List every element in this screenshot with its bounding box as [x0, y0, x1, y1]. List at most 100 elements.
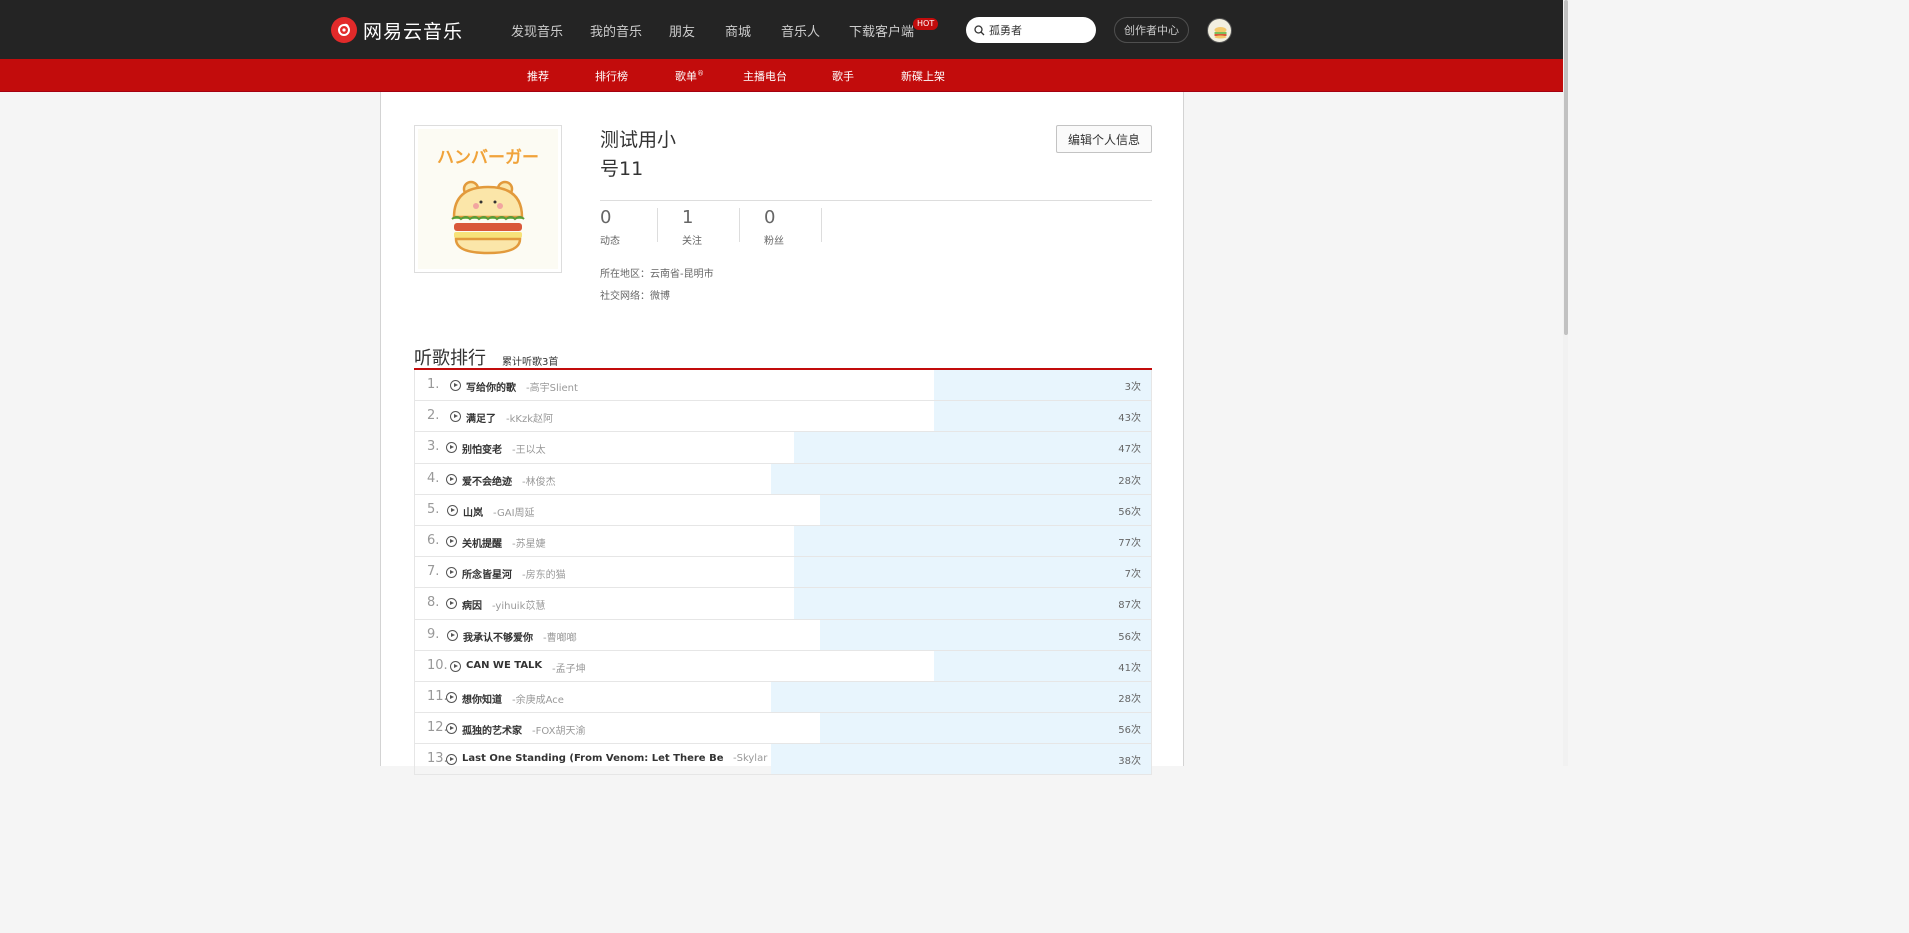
user-avatar[interactable]	[1207, 18, 1232, 43]
play-icon[interactable]	[446, 473, 457, 485]
play-count: 56次	[1118, 631, 1141, 643]
song-title[interactable]: 满足了	[466, 410, 496, 425]
ranking-row[interactable]: 5. 山岚 -GAI周延 56次	[414, 494, 1152, 526]
play-icon[interactable]	[446, 754, 457, 766]
play-icon[interactable]	[446, 567, 457, 579]
stat-fans[interactable]: 0 粉丝	[764, 207, 784, 247]
play-count-bar	[771, 681, 1151, 713]
rank-number: 8.	[427, 595, 440, 611]
play-icon[interactable]	[450, 660, 461, 672]
ranking-row[interactable]: 3. 别怕变老 -王以太 47次	[414, 432, 1152, 464]
subnav-new-albums[interactable]: 新碟上架	[901, 68, 945, 84]
subnav-playlists-mark: ®	[697, 69, 704, 78]
play-count-bar	[819, 619, 1151, 650]
play-count-bar	[819, 494, 1151, 525]
ranking-row[interactable]: 8. 病因 -yihuik苡慧 87次	[414, 588, 1152, 620]
stat-follows[interactable]: 1 关注	[682, 207, 702, 247]
rank-number: 6.	[427, 532, 440, 548]
song-title[interactable]: CAN WE TALK	[466, 660, 542, 671]
search-box[interactable]	[966, 17, 1096, 43]
ranking-row[interactable]: 7. 所念皆星河 -房东的猫 7次	[414, 557, 1152, 589]
song-title[interactable]: 别怕变老	[462, 441, 502, 456]
song-artist[interactable]: -FOX胡天渝	[532, 722, 585, 737]
nav-store[interactable]: 商城	[725, 21, 751, 40]
ranking-row[interactable]: 4. 爱不会绝迹 -林俊杰 28次	[414, 463, 1152, 495]
subnav-radio[interactable]: 主播电台	[743, 68, 787, 84]
subnav-playlists[interactable]: 歌单®	[675, 68, 704, 84]
song-artist[interactable]: -高宇Slient	[526, 379, 578, 394]
play-icon[interactable]	[446, 598, 457, 610]
song-artist[interactable]: -kKzk赵阿	[506, 410, 553, 425]
ranking-row[interactable]: 6. 关机提醒 -苏星婕 77次	[414, 525, 1152, 558]
subnav-charts[interactable]: 排行榜	[595, 68, 628, 84]
song-artist[interactable]: -房东的猫	[522, 566, 566, 581]
top-navbar: 网易云音乐 发现音乐 我的音乐 朋友 商城 音乐人 下载客户端 HOT 创作者中…	[0, 0, 1563, 59]
profile-social: 社交网络：微博	[600, 291, 670, 302]
subnav-recommend[interactable]: 推荐	[527, 68, 549, 84]
profile-divider	[600, 200, 1152, 201]
profile-main: ハンバーガー 测试用小 号11 编辑个人信息 0 动态 1 关注 0 粉丝 所在…	[380, 92, 1184, 776]
ranking-row[interactable]: 9. 我承认不够爱你 -曹啷啷 56次	[414, 619, 1152, 651]
song-artist[interactable]: -林俊杰	[522, 473, 556, 488]
play-icon[interactable]	[446, 442, 457, 454]
song-artist[interactable]: -曹啷啷	[543, 629, 577, 644]
rank-number: 2.	[427, 408, 440, 424]
ranking-row[interactable]: 2. 满足了 -kKzk赵阿 43次	[414, 401, 1152, 433]
play-icon[interactable]	[446, 535, 457, 547]
nav-musician[interactable]: 音乐人	[781, 21, 820, 40]
ranking-row[interactable]: 13. Last One Standing (From Venom: Let Th…	[414, 744, 1152, 776]
ranking-row[interactable]: 1. 写给你的歌 -高宇Slient 3次	[414, 370, 1152, 402]
song-artist[interactable]: -GAI周延	[493, 504, 535, 519]
edit-profile-button[interactable]: 编辑个人信息	[1056, 125, 1152, 153]
song-artist[interactable]: -yihuik苡慧	[492, 597, 545, 612]
play-count: 28次	[1118, 693, 1141, 705]
song-title[interactable]: 山岚	[463, 504, 483, 519]
rank-number: 12.	[427, 720, 448, 736]
play-icon[interactable]	[446, 723, 457, 735]
song-title[interactable]: 我承认不够爱你	[463, 629, 533, 644]
stat-events[interactable]: 0 动态	[600, 207, 620, 247]
song-title[interactable]: 所念皆星河	[462, 566, 512, 581]
song-title[interactable]: 想你知道	[462, 691, 502, 706]
song-artist[interactable]: -孟子坤	[552, 660, 586, 675]
song-title[interactable]: 写给你的歌	[466, 379, 516, 394]
play-icon[interactable]	[450, 411, 461, 423]
song-artist[interactable]: -苏星婕	[512, 535, 546, 550]
nav-download-client[interactable]: 下载客户端	[849, 21, 914, 40]
rank-number: 4.	[427, 470, 440, 486]
nav-my-music[interactable]: 我的音乐	[590, 21, 642, 40]
stat-events-label: 动态	[600, 236, 620, 247]
brand-logo[interactable]: 网易云音乐	[331, 16, 463, 44]
ranking-row[interactable]: 10. CAN WE TALK -孟子坤 41次	[414, 650, 1152, 682]
play-icon[interactable]	[446, 691, 457, 703]
play-count: 47次	[1118, 444, 1141, 456]
song-artist[interactable]: -余庚成Ace	[512, 691, 564, 706]
play-count: 87次	[1118, 600, 1141, 612]
play-icon[interactable]	[450, 380, 461, 391]
stat-follows-count: 1	[682, 207, 694, 228]
song-title[interactable]: 关机提醒	[462, 535, 502, 550]
listening-ranking-subtitle: 累计听歌3首	[502, 357, 559, 368]
song-title[interactable]: 孤独的艺术家	[462, 722, 522, 737]
rank-number: 13.	[427, 751, 448, 767]
play-count-bar	[933, 370, 1151, 401]
song-title[interactable]: Last One Standing (From Venom: Let There…	[462, 753, 723, 764]
play-count-bar	[794, 588, 1151, 619]
subnav-artists[interactable]: 歌手	[832, 68, 854, 84]
play-count-bar	[819, 713, 1151, 744]
play-icon[interactable]	[447, 504, 458, 516]
play-icon[interactable]	[447, 629, 458, 641]
song-artist[interactable]: -王以太	[512, 441, 546, 456]
song-title[interactable]: 爱不会绝迹	[462, 473, 512, 488]
stat-fans-label: 粉丝	[764, 236, 784, 247]
ranking-list: 1. 写给你的歌 -高宇Slient 3次 2. 满足了 -kKzk赵阿 43次 3. 别怕变老 -…	[414, 370, 1152, 776]
song-title[interactable]: 病因	[462, 597, 482, 612]
search-input[interactable]	[989, 23, 1089, 37]
nav-discover[interactable]: 发现音乐	[511, 21, 563, 40]
ranking-row[interactable]: 12. 孤独的艺术家 -FOX胡天渝 56次	[414, 713, 1152, 745]
creator-center-button[interactable]: 创作者中心	[1114, 17, 1189, 43]
nav-friends[interactable]: 朋友	[669, 21, 695, 40]
scrollbar-thumb[interactable]	[1564, 0, 1568, 335]
ranking-row[interactable]: 11. 想你知道 -余庚成Ace 28次	[414, 681, 1152, 714]
song-artist[interactable]: -Skylar	[733, 753, 767, 764]
